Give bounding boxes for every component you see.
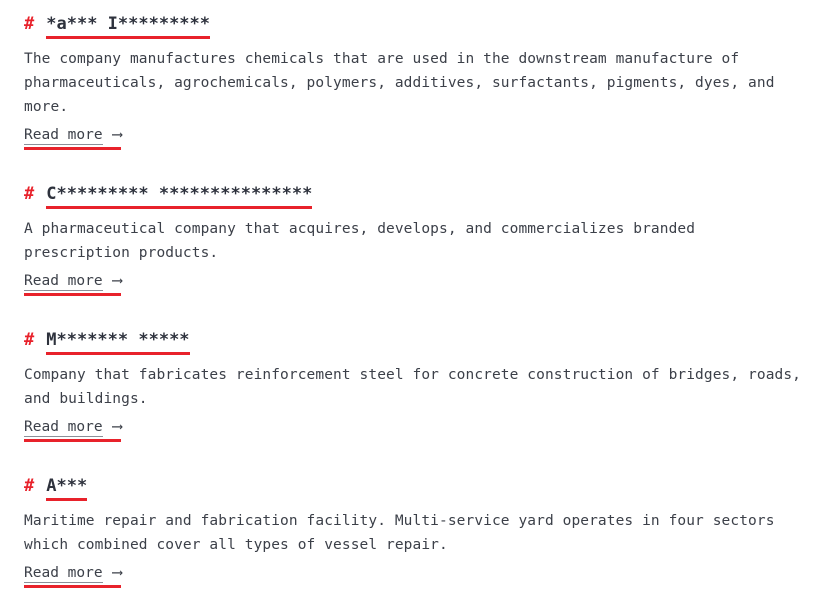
company-listing-page: # *a*** I********* The company manufactur… xyxy=(0,0,826,596)
hash-marker-icon: # xyxy=(24,476,35,496)
hash-marker-icon: # xyxy=(24,330,35,350)
entry-title-link[interactable]: M******* ***** xyxy=(46,329,190,355)
entry-title-link[interactable]: *a*** I********* xyxy=(46,13,211,39)
read-more-label: Read more xyxy=(24,565,103,583)
read-more-link[interactable]: Read more ⟶ xyxy=(24,562,122,588)
entry-description: Maritime repair and fabrication facility… xyxy=(24,513,775,553)
entry-heading: # A*** xyxy=(24,472,802,501)
hash-marker-icon: # xyxy=(24,14,35,34)
read-more-link[interactable]: Read more ⟶ xyxy=(24,416,122,442)
entry-description: The company manufactures chemicals that … xyxy=(24,51,775,115)
list-item: # *a*** I********* The company manufactur… xyxy=(24,10,802,150)
list-item: # M******* ***** Company that fabricates … xyxy=(24,326,802,442)
read-more-label: Read more xyxy=(24,127,103,145)
arrow-right-icon: ⟶ xyxy=(112,417,122,435)
entry-description: A pharmaceutical company that acquires, … xyxy=(24,221,696,261)
entry-heading: # C********* *************** xyxy=(24,180,802,209)
read-more-label: Read more xyxy=(24,273,103,291)
read-more-link[interactable]: Read more ⟶ xyxy=(24,124,122,150)
entry-title-link[interactable]: C********* *************** xyxy=(46,183,313,209)
entry-description: Company that fabricates reinforcement st… xyxy=(24,367,802,407)
read-more-link[interactable]: Read more ⟶ xyxy=(24,270,122,296)
arrow-right-icon: ⟶ xyxy=(112,563,122,581)
list-item: # C********* *************** A pharmaceut… xyxy=(24,180,802,296)
entry-title-link[interactable]: A*** xyxy=(46,475,88,501)
arrow-right-icon: ⟶ xyxy=(112,125,122,143)
entry-heading: # *a*** I********* xyxy=(24,10,802,39)
hash-marker-icon: # xyxy=(24,184,35,204)
entry-heading: # M******* ***** xyxy=(24,326,802,355)
list-item: # A*** Maritime repair and fabrication fa… xyxy=(24,472,802,588)
arrow-right-icon: ⟶ xyxy=(112,271,122,289)
read-more-label: Read more xyxy=(24,419,103,437)
